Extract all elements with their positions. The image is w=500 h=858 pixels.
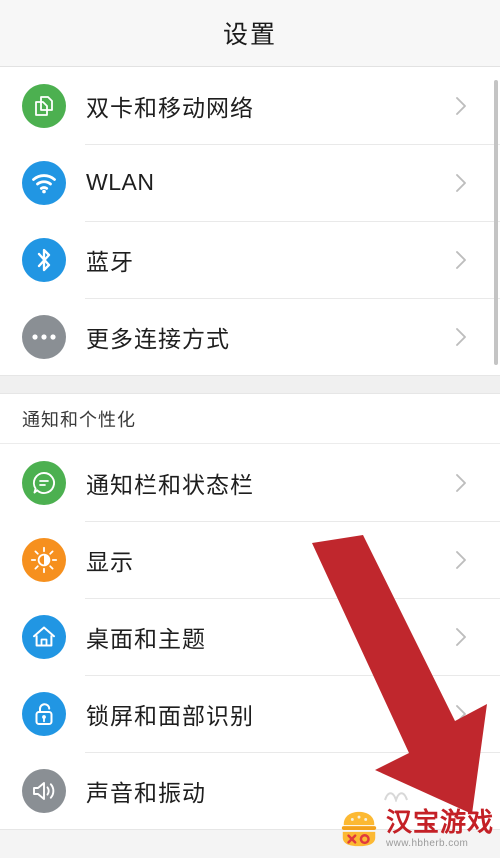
settings-row[interactable]: 蓝牙	[0, 221, 500, 298]
page-title: 设置	[222, 20, 277, 49]
brightness-sun-icon	[22, 537, 66, 582]
settings-row-label: 通知栏和状态栏	[86, 472, 254, 499]
home-icon	[22, 614, 66, 659]
settings-list[interactable]: 双卡和移动网络 WLAN 蓝牙更多连接方式通知和个性化通知栏和状态栏 显示桌面和主题锁…	[0, 67, 500, 858]
chevron-right-icon	[454, 249, 468, 271]
settings-row[interactable]: WLAN	[0, 144, 500, 221]
chevron-right-icon	[454, 172, 468, 194]
chevron-right-icon	[454, 780, 468, 802]
bluetooth-icon	[22, 237, 66, 282]
settings-row-label: 桌面和主题	[86, 626, 206, 653]
chevron-right-icon	[454, 703, 468, 725]
more-dots-icon	[22, 314, 66, 359]
settings-row-label: 显示	[86, 549, 134, 576]
notification-bubble-icon	[22, 460, 66, 505]
watermark: 汉宝游戏 www.hbherb.com	[338, 808, 494, 850]
settings-row[interactable]: 双卡和移动网络	[0, 67, 500, 144]
wifi-icon	[22, 160, 66, 205]
section-separator-band	[0, 375, 500, 394]
chevron-right-icon	[454, 326, 468, 348]
chevron-right-icon	[454, 95, 468, 117]
burger-logo-icon	[341, 811, 377, 847]
watermark-text: 汉宝游戏 www.hbherb.com	[386, 810, 494, 849]
settings-row[interactable]: 锁屏和面部识别	[0, 675, 500, 752]
chevron-right-icon	[454, 626, 468, 648]
settings-row[interactable]: 显示	[0, 521, 500, 598]
watermark-brand: 汉宝游戏	[385, 807, 494, 838]
settings-row-label: WLAN	[86, 169, 155, 195]
lock-icon	[22, 691, 66, 736]
dual-sim-icon	[22, 83, 66, 128]
settings-group: 双卡和移动网络 WLAN 蓝牙更多连接方式	[0, 67, 500, 375]
settings-row[interactable]: 通知栏和状态栏	[0, 444, 500, 521]
chevron-right-icon	[454, 549, 468, 571]
settings-group: 通知栏和状态栏 显示桌面和主题锁屏和面部识别 声音和振动	[0, 444, 500, 829]
section-header: 通知和个性化	[0, 394, 500, 444]
settings-row-label: 双卡和移动网络	[86, 95, 254, 122]
settings-screen: 设置 双卡和移动网络 WLAN 蓝牙更多连接方式通知和个性化通知栏和状态栏 显示桌面和…	[0, 0, 500, 858]
title-bar: 设置	[0, 0, 500, 67]
settings-row-label: 蓝牙	[86, 249, 134, 276]
watermark-url: www.hbherb.com	[385, 837, 469, 849]
vertical-scrollbar[interactable]	[494, 80, 498, 365]
settings-row-label: 锁屏和面部识别	[86, 703, 254, 730]
squiggle-decoration-icon	[384, 792, 408, 802]
speaker-volume-icon	[22, 768, 66, 813]
settings-row-label: 声音和振动	[86, 780, 206, 807]
settings-row-label: 更多连接方式	[86, 326, 230, 353]
settings-row[interactable]: 桌面和主题	[0, 598, 500, 675]
settings-row[interactable]: 更多连接方式	[0, 298, 500, 375]
chevron-right-icon	[454, 472, 468, 494]
